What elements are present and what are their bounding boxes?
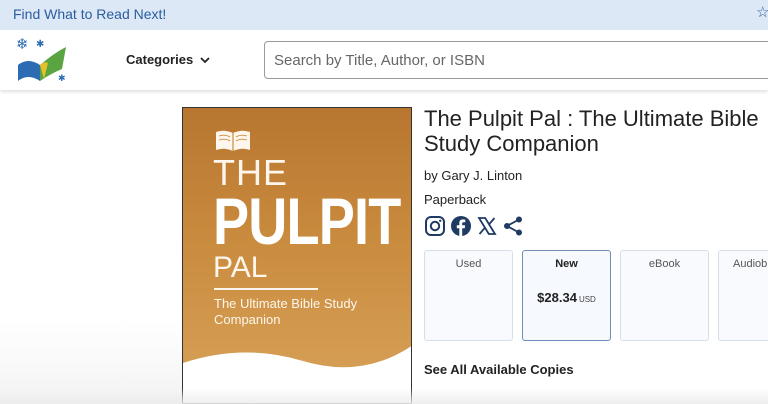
book-cover[interactable]: THE PULPIT PAL The Ultimate Bible Study … — [182, 107, 412, 404]
cover-title-pal: PAL — [213, 251, 268, 284]
instagram-icon[interactable] — [424, 215, 446, 237]
facebook-icon[interactable] — [450, 215, 472, 237]
book-title: The Pulpit Pal : The Ultimate Bible Stud… — [424, 106, 759, 156]
search-input[interactable] — [264, 41, 768, 79]
price-value: $28.34 — [537, 290, 577, 305]
x-icon[interactable] — [476, 215, 498, 237]
option-label: eBook — [648, 258, 681, 270]
abebooks-logo[interactable]: ❄ ✱ ✱ — [14, 35, 70, 83]
svg-text:✱: ✱ — [58, 74, 66, 83]
option-new[interactable]: New $28.34 USD — [522, 250, 611, 341]
option-audiobook[interactable]: Audiob — [718, 250, 768, 341]
bottom-fade — [0, 388, 768, 404]
price-currency: USD — [578, 295, 596, 304]
open-book-icon — [216, 130, 250, 151]
promo-link[interactable]: Find What to Read Next! — [13, 6, 166, 22]
share-icon[interactable] — [502, 215, 524, 237]
option-used[interactable]: Used — [424, 250, 513, 341]
option-label: New — [555, 258, 578, 270]
see-all-copies-link[interactable]: See All Available Copies — [424, 362, 574, 377]
cover-divider — [214, 288, 318, 290]
option-price: $28.34 USD — [523, 290, 610, 305]
option-ebook[interactable]: eBook — [620, 250, 709, 341]
star-icon[interactable]: ☆ — [756, 3, 768, 21]
site-header: ❄ ✱ ✱ Categories — [0, 30, 768, 90]
cover-subtitle: The Ultimate Bible Study Companion — [214, 296, 358, 327]
categories-label: Categories — [126, 52, 194, 67]
chevron-down-icon — [200, 56, 210, 63]
book-author[interactable]: by Gary J. Linton — [424, 168, 522, 183]
option-label: Used — [455, 258, 482, 270]
categories-menu[interactable]: Categories — [126, 52, 211, 67]
promo-bar: Find What to Read Next! ☆ — [0, 0, 768, 30]
svg-text:❄: ❄ — [16, 35, 29, 53]
option-label: Audiob — [733, 258, 768, 270]
book-format: Paperback — [424, 192, 487, 207]
cover-title-pulpit: PULPIT — [213, 184, 401, 258]
social-share-bar — [424, 215, 524, 237]
svg-text:✱: ✱ — [36, 39, 44, 50]
